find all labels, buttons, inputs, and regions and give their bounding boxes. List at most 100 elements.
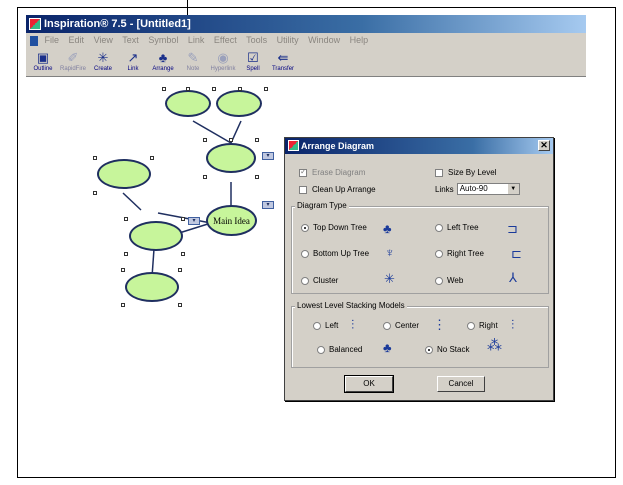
right-tree-radio[interactable]: Right Tree bbox=[435, 249, 484, 258]
diagram-node[interactable] bbox=[206, 143, 256, 173]
erase-diagram-check-icon bbox=[299, 167, 307, 177]
selection-handle[interactable] bbox=[181, 252, 185, 256]
selection-handle[interactable] bbox=[238, 87, 242, 91]
close-icon[interactable]: ✕ bbox=[538, 140, 550, 151]
left-tree-radio[interactable]: Left Tree bbox=[435, 223, 479, 232]
selection-handle[interactable] bbox=[93, 191, 97, 195]
toolbar-create-button[interactable]: ✳ Create bbox=[88, 47, 118, 77]
menu-effect[interactable]: Effect bbox=[214, 35, 237, 45]
links-dropdown-value: Auto-90 bbox=[459, 184, 488, 193]
radio-icon bbox=[435, 249, 443, 258]
selection-handle[interactable] bbox=[121, 303, 125, 307]
radio-icon bbox=[301, 249, 309, 258]
selection-handle[interactable] bbox=[255, 175, 259, 179]
diagram-type-group-label: Diagram Type bbox=[295, 201, 349, 210]
dialog-title-bar: Arrange Diagram ✕ bbox=[285, 138, 553, 154]
toolbar-transfer-label: Transfer bbox=[271, 66, 295, 72]
document-icon[interactable] bbox=[30, 35, 38, 46]
arrange-icon: ♣ bbox=[158, 50, 168, 65]
chevron-down-icon[interactable]: ▼ bbox=[507, 184, 519, 194]
menu-file[interactable]: File bbox=[45, 35, 60, 45]
toolbar-rapidfire-label: RapidFire bbox=[59, 66, 86, 72]
stack-left-icon: ⫶ bbox=[351, 317, 355, 332]
stack-center-radio[interactable]: Center bbox=[383, 321, 419, 330]
selection-handle[interactable] bbox=[186, 87, 190, 91]
selection-handle[interactable] bbox=[181, 217, 185, 221]
menu-symbol[interactable]: Symbol bbox=[148, 35, 178, 45]
selection-handle[interactable] bbox=[178, 303, 182, 307]
clean-up-arrange-check-icon bbox=[299, 185, 307, 194]
toolbar-arrange-button[interactable]: ♣ Arrange bbox=[148, 47, 178, 77]
link-menu-icon[interactable]: ▾ bbox=[188, 217, 200, 225]
erase-diagram-checkbox[interactable]: Erase Diagram bbox=[299, 167, 366, 177]
stacking-models-group-label: Lowest Level Stacking Models bbox=[295, 301, 407, 310]
selection-handle[interactable] bbox=[264, 87, 268, 91]
toolbar-note-button[interactable]: ✎ Note bbox=[178, 47, 208, 77]
web-radio[interactable]: Web bbox=[435, 276, 463, 285]
diagram-node[interactable] bbox=[129, 221, 183, 251]
diagram-node[interactable] bbox=[216, 90, 262, 117]
menu-link[interactable]: Link bbox=[188, 35, 205, 45]
links-field: Links Auto-90 ▼ bbox=[435, 183, 520, 195]
menu-text[interactable]: Text bbox=[122, 35, 139, 45]
size-by-level-checkbox[interactable]: Size By Level bbox=[435, 168, 496, 177]
selection-handle[interactable] bbox=[150, 156, 154, 160]
link-menu-icon[interactable]: ▾ bbox=[262, 201, 274, 209]
selection-handle[interactable] bbox=[162, 87, 166, 91]
toolbar-spell-button[interactable]: ☑ Spell bbox=[238, 47, 268, 77]
outline-icon: ▣ bbox=[36, 50, 50, 65]
selection-handle[interactable] bbox=[121, 268, 125, 272]
diagram-node[interactable] bbox=[97, 159, 151, 189]
selection-handle[interactable] bbox=[212, 87, 216, 91]
cluster-radio[interactable]: Cluster bbox=[301, 276, 338, 285]
links-dropdown[interactable]: Auto-90 ▼ bbox=[456, 183, 520, 195]
link-menu-icon[interactable]: ▾ bbox=[262, 152, 274, 160]
web-icon: ⅄ bbox=[509, 270, 517, 285]
left-tree-label: Left Tree bbox=[447, 223, 479, 232]
no-stack-radio[interactable]: No Stack bbox=[425, 345, 469, 354]
toolbar-spell-label: Spell bbox=[246, 66, 260, 72]
link-line bbox=[122, 192, 142, 211]
stack-balanced-radio[interactable]: Balanced bbox=[317, 345, 362, 354]
toolbar-rapidfire-button[interactable]: ✐ RapidFire bbox=[58, 47, 88, 77]
toolbar-outline-button[interactable]: ▣ Outline bbox=[28, 47, 58, 77]
bottom-up-tree-radio[interactable]: Bottom Up Tree bbox=[301, 249, 369, 258]
no-stack-icon: ⁂ bbox=[487, 337, 502, 354]
toolbar-link-button[interactable]: ↗ Link bbox=[118, 47, 148, 77]
clean-up-arrange-checkbox[interactable]: Clean Up Arrange bbox=[299, 185, 376, 194]
top-down-tree-radio[interactable]: Top Down Tree bbox=[301, 223, 367, 232]
selection-handle[interactable] bbox=[124, 217, 128, 221]
menu-utility[interactable]: Utility bbox=[277, 35, 299, 45]
radio-icon bbox=[467, 321, 475, 330]
radio-icon bbox=[313, 321, 321, 330]
menu-window[interactable]: Window bbox=[308, 35, 340, 45]
selection-handle[interactable] bbox=[203, 175, 207, 179]
menu-view[interactable]: View bbox=[94, 35, 113, 45]
erase-diagram-label: Erase Diagram bbox=[312, 168, 366, 177]
toolbar-outline-label: Outline bbox=[33, 66, 53, 72]
diagram-node[interactable] bbox=[165, 90, 211, 117]
cancel-button[interactable]: Cancel bbox=[437, 376, 485, 392]
menu-tools[interactable]: Tools bbox=[246, 35, 267, 45]
toolbar-link-label: Link bbox=[127, 66, 139, 72]
toolbar-hyperlink-button[interactable]: ◉ Hyperlink bbox=[208, 47, 238, 77]
diagram-node[interactable] bbox=[125, 272, 179, 302]
toolbar-transfer-button[interactable]: ⇚ Transfer bbox=[268, 47, 298, 77]
selection-handle[interactable] bbox=[255, 138, 259, 142]
link-line bbox=[192, 120, 232, 144]
window-title: Inspiration® 7.5 - [Untitled1] bbox=[44, 18, 191, 30]
stack-left-radio[interactable]: Left bbox=[313, 321, 338, 330]
menu-bar: File Edit View Text Symbol Link Effect T… bbox=[26, 33, 586, 47]
menu-help[interactable]: Help bbox=[350, 35, 369, 45]
selection-handle[interactable] bbox=[124, 252, 128, 256]
dialog-app-icon bbox=[288, 140, 299, 151]
stack-right-icon: ⫶ bbox=[511, 317, 515, 332]
menu-edit[interactable]: Edit bbox=[69, 35, 85, 45]
selection-handle[interactable] bbox=[93, 156, 97, 160]
stack-right-radio[interactable]: Right bbox=[467, 321, 498, 330]
ok-button[interactable]: OK bbox=[344, 375, 394, 393]
selection-handle[interactable] bbox=[203, 138, 207, 142]
selection-handle[interactable] bbox=[229, 138, 233, 142]
selection-handle[interactable] bbox=[178, 268, 182, 272]
radio-icon bbox=[435, 223, 443, 232]
